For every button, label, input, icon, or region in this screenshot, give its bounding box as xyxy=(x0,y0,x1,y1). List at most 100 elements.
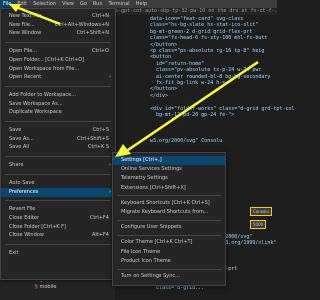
menu-item-label: Extensions [Ctrl+Shift+X] xyxy=(121,184,186,191)
menu-item-new-file[interactable]: New File... Ctrl+Alt+Windows+N xyxy=(1,21,115,30)
code-line: class="hs-bg-slate hs-stat-ico-slit" xyxy=(150,22,259,29)
menu-view[interactable]: View xyxy=(59,0,77,8)
shortcut-label: Ctrl+Shift+N xyxy=(76,30,109,37)
code-line: <p class="ps-absolute rg-16 tp-8" heig xyxy=(150,48,265,54)
menu-item-extensions[interactable]: Extensions [Ctrl+Shift+X] xyxy=(113,184,225,193)
shortcut-label: Ctrl+Shift+S xyxy=(77,135,109,142)
menu-item-label: Close Window xyxy=(9,232,44,239)
menu-item-label: Telemetry Settings xyxy=(121,175,168,182)
code-line: <div id="folder-works" class="d-grid grd… xyxy=(150,105,295,112)
code-line: id="return-home" xyxy=(150,60,205,67)
menu-item-revert-file[interactable]: Revert File xyxy=(1,205,115,214)
menu-item-label: Close Editor xyxy=(9,214,40,221)
menu-item-file-icon-theme[interactable]: File Icon Theme xyxy=(113,248,225,257)
menu-separator xyxy=(5,85,111,87)
menu-item-open-recent[interactable]: Open Recent › xyxy=(1,73,115,82)
menu-item-label: Keyboard Shortcuts [Ctrl+K Ctrl+S] xyxy=(121,199,210,206)
menu-separator xyxy=(117,268,221,270)
file-name: mobile xyxy=(39,283,57,290)
chevron-right-icon: › xyxy=(109,162,111,169)
menu-item-settings[interactable]: Settings [Ctrl+,] xyxy=(113,156,225,165)
menu-item-label: Turn on Settings Sync... xyxy=(121,273,180,279)
menu-selection[interactable]: Selection xyxy=(30,0,59,8)
menu-item-label: Duplicate Workspace xyxy=(9,109,62,116)
menu-item-duplicate-workspace[interactable]: Duplicate Workspace xyxy=(1,108,115,117)
code-line: data-icon="feat-card" svg-class xyxy=(150,16,244,22)
menu-item-new-window[interactable]: New Window Ctrl+Shift+N xyxy=(1,29,115,38)
shortcut-label: Ctrl+S xyxy=(92,127,109,133)
menu-bar: File Edit Selection View Go Run Terminal Help xyxy=(0,0,277,8)
menu-item-label: Share xyxy=(9,162,24,169)
menu-item-label: Configure User Snippets xyxy=(121,224,182,231)
menu-item-label: Add Folder to Workspace... xyxy=(9,91,77,98)
menu-separator xyxy=(5,42,111,44)
menu-item-label: New Text File xyxy=(9,13,42,19)
menu-item-migrate-keyboard-shortcuts-from[interactable]: Migrate Keyboard Shortcuts from... xyxy=(113,208,225,217)
code-line: class="fs-head-6 fs-sty-100 mhl-fs-butt xyxy=(150,35,268,42)
menu-item-open-workspace-from-file[interactable]: Open Workspace from File... xyxy=(1,65,115,74)
code-line: </div> xyxy=(150,92,169,99)
menu-edit[interactable]: Edit xyxy=(14,0,30,8)
menu-item-product-icon-theme[interactable]: Product Icon Theme xyxy=(113,257,225,266)
menu-separator xyxy=(5,200,111,202)
menu-item-open-folder[interactable]: Open Folder... [Ctrl+K Ctrl+O] xyxy=(1,56,115,65)
menu-item-turn-on-settings-sync[interactable]: Turn on Settings Sync... xyxy=(113,272,225,281)
menu-item-save-all[interactable]: Save All Ctrl+K S xyxy=(1,143,115,152)
menu-separator xyxy=(5,244,111,245)
menu-item-auto-save[interactable]: Auto Save xyxy=(1,179,115,188)
shortcut-label: Ctrl+O xyxy=(91,48,109,55)
menu-item-close-folder[interactable]: Close Folder [Ctrl+K F] xyxy=(1,223,115,232)
menu-item-label: Save As... xyxy=(9,135,34,142)
menu-item-close-window[interactable]: Close Window Alt+F4 xyxy=(1,231,115,240)
code-line: w3.org/2000/svg" Consolu xyxy=(150,137,223,144)
shortcut-label: Ctrl+K S xyxy=(87,144,109,151)
shortcut-label: Ctrl+N xyxy=(92,13,109,19)
shortcut-label: Alt+F4 xyxy=(91,232,109,239)
menu-item-preferences[interactable]: Preferences › xyxy=(1,187,115,197)
menu-terminal[interactable]: Terminal xyxy=(106,0,133,8)
menu-item-new-text-file[interactable]: New Text File Ctrl+N xyxy=(1,12,115,21)
menu-item-keyboard-shortcuts[interactable]: Keyboard Shortcuts [Ctrl+K Ctrl+S] xyxy=(113,199,225,208)
sass-file-icon: § xyxy=(35,283,38,290)
value-hint-box: 5000 xyxy=(250,220,267,229)
menu-item-close-editor[interactable]: Close Editor Ctrl+F4 xyxy=(1,214,115,223)
menu-item-telemetry-settings[interactable]: Telemetry Settings xyxy=(113,174,225,183)
menu-go[interactable]: Go xyxy=(77,0,90,8)
file-item[interactable]: § mobile xyxy=(35,284,56,290)
menu-separator xyxy=(5,156,111,158)
menu-item-save-workspace-as[interactable]: Save Workspace As... xyxy=(1,100,115,109)
menu-item-add-folder-to-workspace[interactable]: Add Folder to Workspace... xyxy=(1,91,115,100)
menu-help[interactable]: Help xyxy=(133,0,150,8)
menu-item-label: Online Services Settings xyxy=(121,166,182,173)
menu-item-label: Save xyxy=(9,127,22,133)
menu-item-label: File Icon Theme xyxy=(121,248,161,255)
menu-item-save-as[interactable]: Save As... Ctrl+Shift+S xyxy=(1,135,115,144)
menu-item-label: Preferences xyxy=(9,188,39,195)
code-line: </button> xyxy=(150,41,178,48)
menu-item-label: Auto Save xyxy=(9,179,35,186)
menu-item-exit[interactable]: Exit xyxy=(1,249,115,258)
menu-item-configure-user-snippets[interactable]: Configure User Snippets xyxy=(113,223,225,232)
menu-item-color-theme[interactable]: Color Theme [Ctrl+K Ctrl+T] xyxy=(113,238,225,247)
editor-tab-bar[interactable]: s-gpt-cot-auto-sbp-tp-32-pw-10 on the dr… xyxy=(115,8,277,15)
menu-item-label: Open Workspace from File... xyxy=(9,65,80,72)
menu-item-share[interactable]: Share › xyxy=(1,161,115,170)
menu-item-label: Open Recent xyxy=(9,74,42,81)
menu-item-label: Open File... xyxy=(9,48,38,55)
menu-item-open-file[interactable]: Open File... Ctrl+O xyxy=(1,47,115,56)
menu-item-online-services-settings[interactable]: Online Services Settings xyxy=(113,165,225,174)
menu-item-label: Save Workspace As... xyxy=(9,100,63,107)
menu-run[interactable]: Run xyxy=(90,0,106,8)
menu-separator xyxy=(5,121,111,122)
menu-item-label: Exit xyxy=(9,250,19,256)
code-line: class="pv-absolute tx-p-24 w-24 pwr xyxy=(150,67,262,74)
code-line: ai-center rounded-bl-8 bg-bg-secondary xyxy=(150,73,271,80)
menu-item-label: Open Folder... [Ctrl+K Ctrl+O] xyxy=(9,56,85,63)
code-line: <button xyxy=(150,54,172,61)
menu-separator xyxy=(5,173,111,175)
menu-item-save[interactable]: Save Ctrl+S xyxy=(1,126,115,135)
menu-item-label: Settings [Ctrl+,] xyxy=(121,157,162,163)
code-line: fx-fit bg-link w-24 h-s xyxy=(150,80,226,86)
menu-item-label: Close Folder [Ctrl+K F] xyxy=(9,223,66,230)
menu-file[interactable]: File xyxy=(0,0,15,8)
